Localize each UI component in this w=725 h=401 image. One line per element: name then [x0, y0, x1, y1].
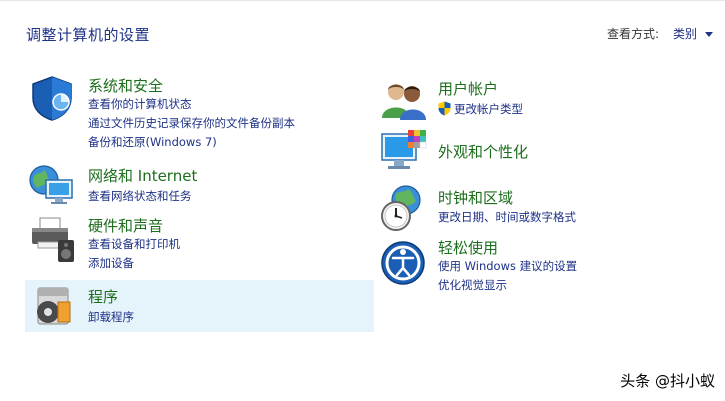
uninstall-program-link[interactable]: 卸载程序 — [88, 309, 134, 325]
file-history-link[interactable]: 通过文件历史记录保存你的文件备份副本 — [88, 115, 295, 131]
top-border — [0, 0, 725, 1]
users-icon[interactable] — [380, 80, 428, 120]
backup-restore-link[interactable]: 备份和还原(Windows 7) — [88, 134, 217, 150]
shield-icon[interactable] — [28, 74, 76, 122]
printer-speaker-icon[interactable] — [28, 214, 76, 264]
add-device-link[interactable]: 添加设备 — [88, 255, 134, 271]
ease-of-access-icon[interactable] — [380, 240, 426, 286]
network-globe-icon[interactable] — [28, 162, 76, 208]
appearance-title[interactable]: 外观和个性化 — [438, 141, 528, 162]
recommended-settings-link[interactable]: 使用 Windows 建议的设置 — [438, 258, 577, 274]
programs-disc-icon[interactable] — [32, 284, 74, 330]
ease-of-access-title[interactable]: 轻松使用 — [438, 237, 498, 258]
chevron-down-icon[interactable] — [705, 32, 713, 37]
clock-region-title[interactable]: 时钟和区域 — [438, 187, 513, 208]
view-by-dropdown[interactable]: 类别 — [673, 25, 697, 42]
network-status-link[interactable]: 查看网络状态和任务 — [88, 188, 192, 204]
devices-printers-link[interactable]: 查看设备和打印机 — [88, 236, 180, 252]
category-programs[interactable] — [25, 280, 374, 332]
monitor-palette-icon[interactable] — [380, 130, 428, 174]
system-security-title[interactable]: 系统和安全 — [88, 75, 163, 96]
change-account-type-link[interactable]: 更改帐户类型 — [454, 101, 523, 117]
clock-globe-icon[interactable] — [378, 184, 426, 232]
change-date-time-link[interactable]: 更改日期、时间或数字格式 — [438, 209, 576, 225]
view-by: 查看方式: 类别 — [607, 25, 713, 42]
user-accounts-title[interactable]: 用户帐户 — [438, 78, 498, 99]
programs-title[interactable]: 程序 — [88, 286, 118, 307]
network-title[interactable]: 网络和 Internet — [88, 165, 197, 186]
uac-shield-icon — [438, 101, 451, 116]
page-title: 调整计算机的设置 — [26, 26, 151, 44]
view-computer-status-link[interactable]: 查看你的计算机状态 — [88, 96, 192, 112]
view-by-label: 查看方式: — [606, 27, 659, 41]
optimize-visual-display-link[interactable]: 优化视觉显示 — [438, 277, 507, 293]
watermark: 头条 @抖小蚁 — [620, 372, 715, 390]
hardware-title[interactable]: 硬件和声音 — [88, 215, 163, 236]
